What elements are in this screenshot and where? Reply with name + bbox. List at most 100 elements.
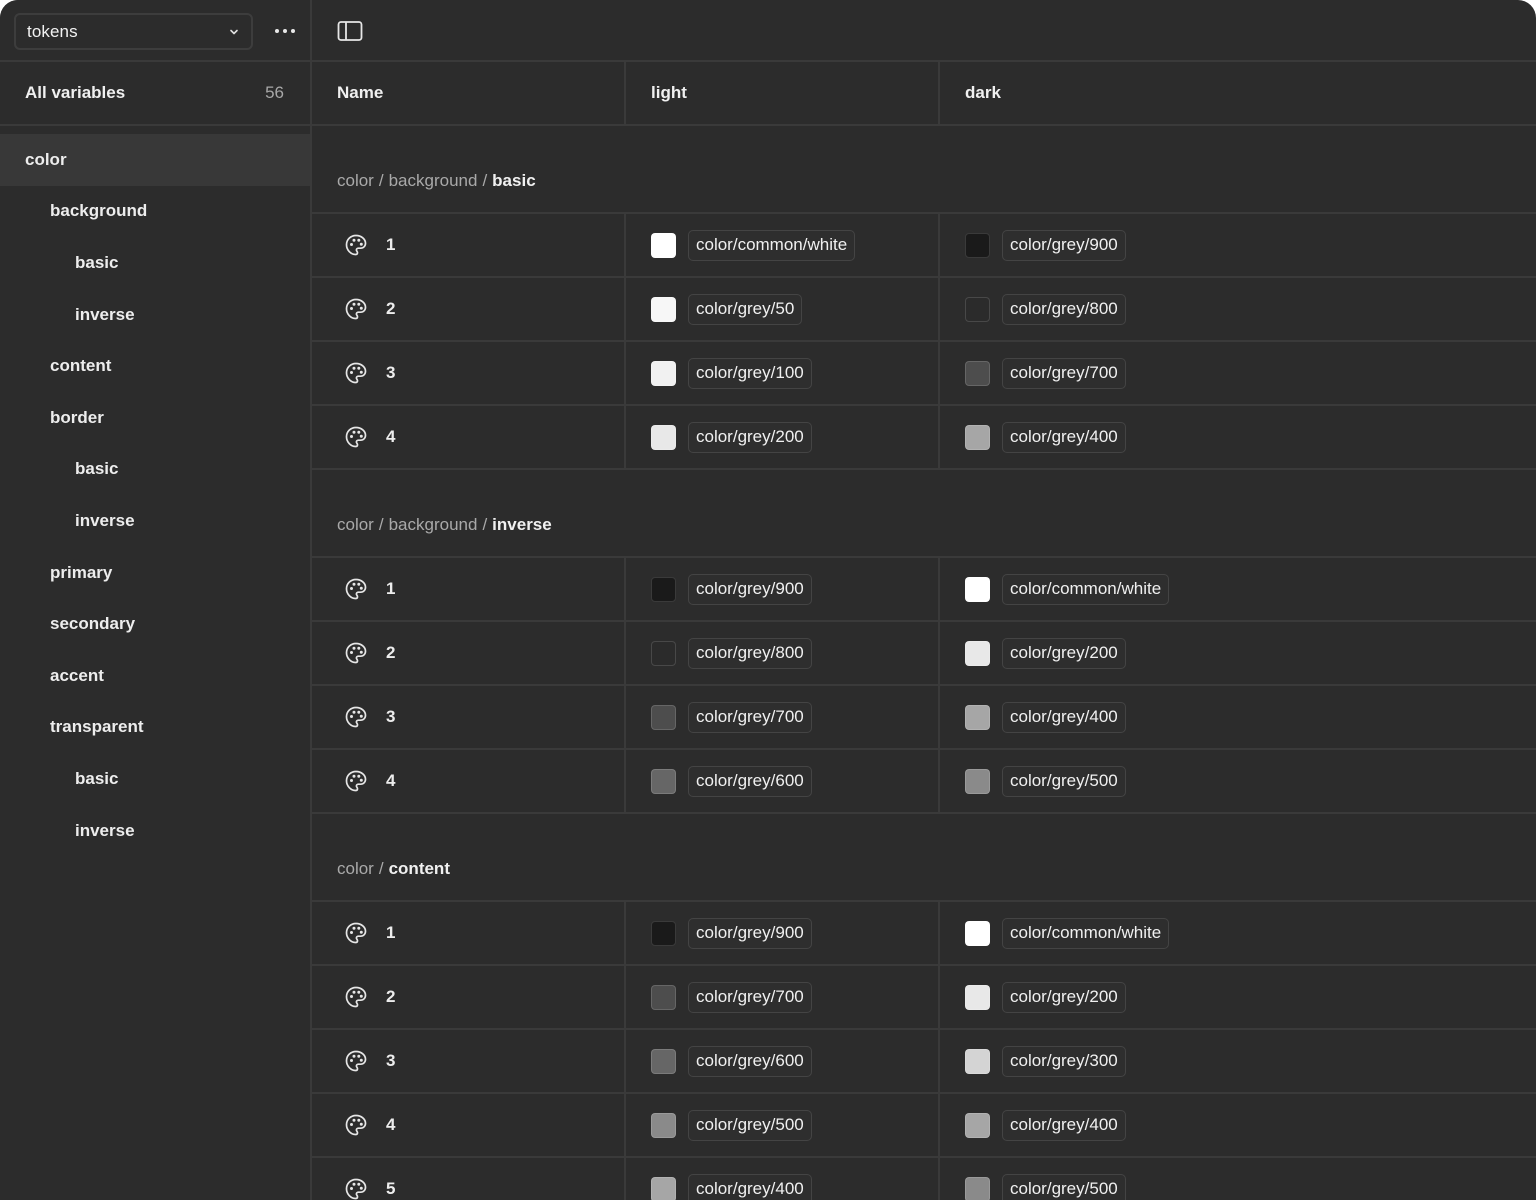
color-swatch[interactable] bbox=[965, 232, 990, 258]
variable-name-cell[interactable]: 3 bbox=[312, 1030, 626, 1092]
sidebar-group-inverse[interactable]: inverse bbox=[0, 495, 310, 547]
alias-pill[interactable]: color/grey/500 bbox=[1002, 765, 1126, 797]
sidebar-group-inverse[interactable]: inverse bbox=[0, 289, 310, 341]
color-swatch[interactable] bbox=[651, 1048, 676, 1074]
color-swatch[interactable] bbox=[651, 232, 676, 258]
alias-pill[interactable]: color/grey/900 bbox=[1002, 229, 1126, 261]
color-swatch[interactable] bbox=[965, 768, 990, 794]
light-value-cell[interactable]: color/grey/200 bbox=[626, 406, 940, 468]
table-row[interactable]: 1 color/common/white color/grey/900 bbox=[312, 214, 1536, 278]
sidebar-group-inverse[interactable]: inverse bbox=[0, 805, 310, 857]
sidebar-group-basic[interactable]: basic bbox=[0, 237, 310, 289]
sidebar-toggle-icon[interactable] bbox=[337, 19, 363, 43]
light-value-cell[interactable]: color/grey/500 bbox=[626, 1094, 940, 1156]
color-swatch[interactable] bbox=[651, 576, 676, 602]
color-swatch[interactable] bbox=[651, 360, 676, 386]
color-swatch[interactable] bbox=[651, 920, 676, 946]
table-row[interactable]: 4 color/grey/600 color/grey/500 bbox=[312, 750, 1536, 814]
alias-pill[interactable]: color/grey/600 bbox=[688, 1045, 812, 1077]
table-row[interactable]: 3 color/grey/100 color/grey/700 bbox=[312, 342, 1536, 406]
alias-pill[interactable]: color/common/white bbox=[1002, 573, 1170, 605]
column-header-name[interactable]: Name bbox=[312, 62, 626, 124]
alias-pill[interactable]: color/grey/500 bbox=[688, 1109, 812, 1141]
color-swatch[interactable] bbox=[651, 704, 676, 730]
table-row[interactable]: 2 color/grey/800 color/grey/200 bbox=[312, 622, 1536, 686]
more-options-icon[interactable] bbox=[268, 19, 302, 43]
variable-name-cell[interactable]: 4 bbox=[312, 406, 626, 468]
variable-name-cell[interactable]: 1 bbox=[312, 558, 626, 620]
alias-pill[interactable]: color/grey/400 bbox=[688, 1173, 812, 1200]
sidebar-group-primary[interactable]: primary bbox=[0, 547, 310, 599]
dark-value-cell[interactable]: color/grey/200 bbox=[940, 966, 1536, 1028]
color-swatch[interactable] bbox=[651, 296, 676, 322]
light-value-cell[interactable]: color/grey/50 bbox=[626, 278, 940, 340]
alias-pill[interactable]: color/grey/700 bbox=[688, 981, 812, 1013]
dark-value-cell[interactable]: color/common/white bbox=[940, 902, 1536, 964]
color-swatch[interactable] bbox=[965, 360, 990, 386]
table-row[interactable]: 2 color/grey/50 color/grey/800 bbox=[312, 278, 1536, 342]
column-header-dark[interactable]: dark bbox=[940, 62, 1536, 124]
sidebar-group-basic[interactable]: basic bbox=[0, 753, 310, 805]
variable-name-cell[interactable]: 3 bbox=[312, 686, 626, 748]
dark-value-cell[interactable]: color/grey/400 bbox=[940, 1094, 1536, 1156]
dark-value-cell[interactable]: color/grey/500 bbox=[940, 1158, 1536, 1200]
dark-value-cell[interactable]: color/grey/300 bbox=[940, 1030, 1536, 1092]
color-swatch[interactable] bbox=[965, 576, 990, 602]
dark-value-cell[interactable]: color/grey/800 bbox=[940, 278, 1536, 340]
alias-pill[interactable]: color/grey/800 bbox=[1002, 293, 1126, 325]
light-value-cell[interactable]: color/grey/700 bbox=[626, 966, 940, 1028]
dark-value-cell[interactable]: color/grey/700 bbox=[940, 342, 1536, 404]
dark-value-cell[interactable]: color/common/white bbox=[940, 558, 1536, 620]
alias-pill[interactable]: color/grey/900 bbox=[688, 917, 812, 949]
dark-value-cell[interactable]: color/grey/500 bbox=[940, 750, 1536, 812]
color-swatch[interactable] bbox=[965, 984, 990, 1010]
dark-value-cell[interactable]: color/grey/400 bbox=[940, 686, 1536, 748]
light-value-cell[interactable]: color/grey/400 bbox=[626, 1158, 940, 1200]
sidebar-group-basic[interactable]: basic bbox=[0, 444, 310, 496]
sidebar-group-content[interactable]: content bbox=[0, 340, 310, 392]
variable-name-cell[interactable]: 1 bbox=[312, 214, 626, 276]
color-swatch[interactable] bbox=[651, 1176, 676, 1200]
alias-pill[interactable]: color/grey/600 bbox=[688, 765, 812, 797]
alias-pill[interactable]: color/grey/700 bbox=[1002, 357, 1126, 389]
table-row[interactable]: 4 color/grey/200 color/grey/400 bbox=[312, 406, 1536, 470]
alias-pill[interactable]: color/grey/500 bbox=[1002, 1173, 1126, 1200]
alias-pill[interactable]: color/grey/900 bbox=[688, 573, 812, 605]
light-value-cell[interactable]: color/grey/600 bbox=[626, 1030, 940, 1092]
collection-select[interactable]: tokens bbox=[14, 13, 253, 50]
color-swatch[interactable] bbox=[965, 424, 990, 450]
alias-pill[interactable]: color/common/white bbox=[1002, 917, 1170, 949]
sidebar-group-color[interactable]: color bbox=[0, 134, 310, 186]
alias-pill[interactable]: color/grey/400 bbox=[1002, 421, 1126, 453]
variable-name-cell[interactable]: 5 bbox=[312, 1158, 626, 1200]
color-swatch[interactable] bbox=[651, 1112, 676, 1138]
variable-name-cell[interactable]: 3 bbox=[312, 342, 626, 404]
alias-pill[interactable]: color/grey/50 bbox=[688, 293, 803, 325]
color-swatch[interactable] bbox=[651, 768, 676, 794]
color-swatch[interactable] bbox=[651, 984, 676, 1010]
sidebar-group-accent[interactable]: accent bbox=[0, 650, 310, 702]
color-swatch[interactable] bbox=[965, 920, 990, 946]
dark-value-cell[interactable]: color/grey/900 bbox=[940, 214, 1536, 276]
color-swatch[interactable] bbox=[651, 424, 676, 450]
color-swatch[interactable] bbox=[965, 1112, 990, 1138]
light-value-cell[interactable]: color/grey/100 bbox=[626, 342, 940, 404]
alias-pill[interactable]: color/grey/200 bbox=[688, 421, 812, 453]
variable-name-cell[interactable]: 4 bbox=[312, 1094, 626, 1156]
light-value-cell[interactable]: color/grey/800 bbox=[626, 622, 940, 684]
color-swatch[interactable] bbox=[965, 296, 990, 322]
table-row[interactable]: 1 color/grey/900 color/common/white bbox=[312, 902, 1536, 966]
sidebar-group-border[interactable]: border bbox=[0, 392, 310, 444]
sidebar-group-secondary[interactable]: secondary bbox=[0, 598, 310, 650]
dark-value-cell[interactable]: color/grey/200 bbox=[940, 622, 1536, 684]
variable-name-cell[interactable]: 2 bbox=[312, 622, 626, 684]
table-row[interactable]: 1 color/grey/900 color/common/white bbox=[312, 558, 1536, 622]
variable-name-cell[interactable]: 4 bbox=[312, 750, 626, 812]
table-row[interactable]: 5 color/grey/400 color/grey/500 bbox=[312, 1158, 1536, 1200]
light-value-cell[interactable]: color/grey/600 bbox=[626, 750, 940, 812]
light-value-cell[interactable]: color/grey/900 bbox=[626, 902, 940, 964]
light-value-cell[interactable]: color/grey/900 bbox=[626, 558, 940, 620]
column-header-light[interactable]: light bbox=[626, 62, 940, 124]
color-swatch[interactable] bbox=[965, 1176, 990, 1200]
alias-pill[interactable]: color/grey/200 bbox=[1002, 637, 1126, 669]
